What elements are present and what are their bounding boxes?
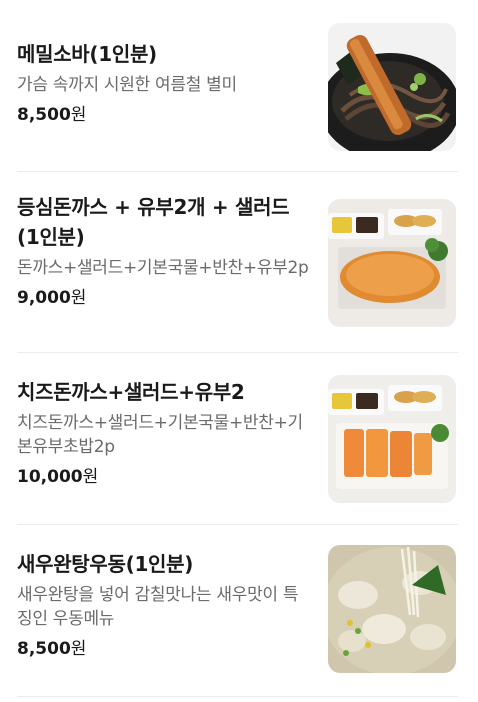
menu-item-description: 치즈돈까스+샐러드+기본국물+반찬+기본유부초밥2p xyxy=(17,413,303,457)
menu-item-pork-cutlet-set[interactable]: 등심돈까스 + 유부2개 + 샐러드(1인분) 돈까스+샐러드+기본국물+반찬+… xyxy=(17,172,458,353)
price-value: 8,500 xyxy=(17,105,71,125)
menu-item-buckwheat-soba[interactable]: 메밀소바(1인분) 가슴 속까지 시원한 여름철 별미 8,500원 xyxy=(17,0,458,172)
pork-cutlet-set-photo[interactable] xyxy=(328,199,456,327)
menu-item-price: 9,000원 xyxy=(17,286,309,310)
menu-item-description: 돈까스+샐러드+기본국물+반찬+유부2p xyxy=(17,258,309,278)
menu-item-name: 등심돈까스 + 유부2개 + 샐러드(1인분) xyxy=(17,195,290,249)
cheese-cutlet-set-photo[interactable] xyxy=(328,375,456,503)
menu-item-price: 8,500원 xyxy=(17,637,309,661)
menu-item-name: 새우완탕우동(1인분) xyxy=(17,552,194,576)
buckwheat-soba-photo[interactable] xyxy=(328,23,456,151)
price-currency: 원 xyxy=(70,639,87,659)
shrimp-wonton-udon-photo[interactable] xyxy=(328,545,456,673)
price-value: 10,000 xyxy=(17,467,83,487)
menu-item-text: 치즈돈까스+샐러드+유부2 치즈돈까스+샐러드+기본국물+반찬+기본유부초밥2p… xyxy=(17,377,309,489)
price-value: 8,500 xyxy=(17,639,71,659)
menu-item-text: 등심돈까스 + 유부2개 + 샐러드(1인분) 돈까스+샐러드+기본국물+반찬+… xyxy=(17,192,309,310)
menu-item-shrimp-wonton-udon[interactable]: 새우완탕우동(1인분) 새우완탕을 넣어 감칠맛나는 새우맛이 특징인 우동메뉴… xyxy=(17,525,458,697)
menu-item-text: 메밀소바(1인분) 가슴 속까지 시원한 여름철 별미 8,500원 xyxy=(17,39,309,127)
price-currency: 원 xyxy=(70,105,87,125)
menu-item-price: 10,000원 xyxy=(17,465,309,489)
price-currency: 원 xyxy=(82,467,99,487)
menu-item-cheese-cutlet-set[interactable]: 치즈돈까스+샐러드+유부2 치즈돈까스+샐러드+기본국물+반찬+기본유부초밥2p… xyxy=(17,353,458,525)
menu-item-name: 메밀소바(1인분) xyxy=(17,42,157,66)
menu-item-description: 가슴 속까지 시원한 여름철 별미 xyxy=(17,75,237,95)
menu-item-description: 새우완탕을 넣어 감칠맛나는 새우맛이 특징인 우동메뉴 xyxy=(17,585,299,629)
menu-item-text: 새우완탕우동(1인분) 새우완탕을 넣어 감칠맛나는 새우맛이 특징인 우동메뉴… xyxy=(17,549,309,661)
price-currency: 원 xyxy=(70,288,87,308)
menu-item-name: 치즈돈까스+샐러드+유부2 xyxy=(17,380,245,404)
menu-list: 메밀소바(1인분) 가슴 속까지 시원한 여름철 별미 8,500원 등심돈까스… xyxy=(0,0,478,697)
price-value: 9,000 xyxy=(17,288,71,308)
menu-item-price: 8,500원 xyxy=(17,103,309,127)
